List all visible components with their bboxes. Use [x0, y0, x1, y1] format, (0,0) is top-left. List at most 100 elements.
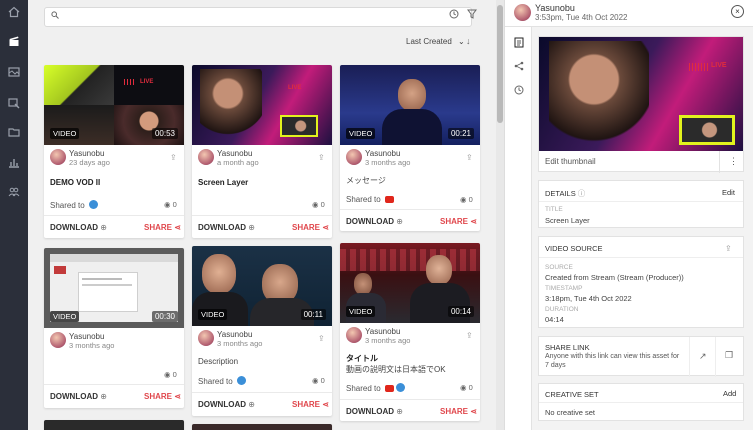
asset-card[interactable] [44, 420, 184, 430]
asset-thumbnail[interactable]: VIDEO 00:14 [340, 243, 480, 323]
download-label: DOWNLOAD [50, 223, 98, 232]
history-icon[interactable] [447, 9, 461, 22]
grid-scrollbar[interactable] [496, 0, 504, 430]
share-button[interactable]: SHARE ⋖ [440, 407, 477, 416]
download-button[interactable]: DOWNLOAD ⊕ [198, 223, 255, 232]
more-options-icon[interactable]: ⋮ [729, 156, 738, 167]
thumbnail-card: LIVE Edit thumbnail ⋮ [538, 36, 744, 173]
asset-description: 動画の説明文は日本語でOK [346, 365, 446, 374]
shared-to: Shared to [346, 195, 394, 204]
search-icon [51, 11, 59, 21]
download-button[interactable]: DOWNLOAD ⊕ [346, 407, 403, 416]
details-heading: DETAILS ⓘ [545, 188, 585, 199]
share-button[interactable]: SHARE ⋖ [440, 217, 477, 226]
title-label: TITLE [545, 206, 563, 213]
asset-thumbnail[interactable]: VIDEO 00:21 [340, 65, 480, 145]
view-count: ◉ 0 [164, 200, 177, 209]
broadcast-icon[interactable] [7, 97, 21, 111]
share-icon: ⋖ [174, 392, 181, 401]
asset-card[interactable] [192, 424, 332, 430]
share-tab-icon[interactable] [513, 61, 525, 73]
share-button[interactable]: SHARE ⋖ [144, 392, 181, 401]
analytics-icon[interactable] [7, 156, 21, 170]
details-edit-button[interactable]: Edit [722, 188, 735, 197]
asset-card[interactable]: LIVE Yasunobu a month ago ⇪ Screen Layer… [192, 65, 332, 238]
share-button[interactable]: SHARE ⋖ [292, 400, 329, 409]
upload-icon[interactable]: ⇪ [318, 334, 325, 343]
copy-icon[interactable]: ❐ [725, 350, 733, 361]
home-icon[interactable] [7, 6, 21, 20]
download-button[interactable]: DOWNLOAD ⊕ [50, 392, 107, 401]
download-icon: ⊕ [396, 407, 403, 416]
share-button[interactable]: SHARE ⋖ [292, 223, 329, 232]
search-box[interactable] [44, 7, 472, 27]
asset-card[interactable]: VIDEO 00:21 Yasunobu 3 months ago ⇪ メッセー… [340, 65, 480, 231]
upload-icon[interactable]: ⇪ [725, 244, 732, 253]
download-button[interactable]: DOWNLOAD ⊕ [198, 400, 255, 409]
download-icon: ⊕ [248, 400, 255, 409]
share-label: SHARE [144, 392, 173, 401]
share-label: SHARE [292, 223, 321, 232]
asset-card[interactable]: VIDEO 00:14 Yasunobu 3 months ago ⇪ タイトル… [340, 243, 480, 421]
details-tab-icon[interactable] [513, 37, 525, 49]
views-value: 0 [320, 376, 325, 385]
eye-icon: ◉ [312, 376, 319, 385]
duration-value: 04:14 [545, 315, 564, 324]
sort-dropdown[interactable]: Last Created ⌄ [406, 37, 465, 46]
video-source-heading: VIDEO SOURCE [545, 244, 603, 253]
asset-thumbnail[interactable]: LIVE [192, 65, 332, 145]
views-value: 0 [468, 383, 473, 392]
sort-direction-icon[interactable]: ↓ [466, 36, 471, 46]
share-button[interactable]: SHARE ⋖ [144, 223, 181, 232]
asset-card[interactable]: LIVE VIDEO 00:53 Yasunobu 23 days ago ⇪ … [44, 65, 184, 238]
video-tag: VIDEO [50, 311, 80, 322]
panel-header: Yasunobu 3:53pm, Tue 4th Oct 2022 × [505, 0, 753, 27]
upload-icon[interactable]: ⇪ [466, 153, 473, 162]
asset-thumbnail[interactable]: VIDEO 00:30 [44, 248, 184, 328]
share-icon: ⋖ [322, 400, 329, 409]
duration-badge: 00:30 [151, 311, 178, 322]
creative-set-add-button[interactable]: Add [723, 389, 736, 398]
view-count: ◉ 0 [164, 370, 177, 379]
download-label: DOWNLOAD [198, 223, 246, 232]
team-icon[interactable] [7, 186, 21, 200]
download-button[interactable]: DOWNLOAD ⊕ [346, 217, 403, 226]
asset-description: Description [198, 357, 239, 366]
asset-card[interactable]: VIDEO 00:30 Yasunobu 3 months ago ◉ 0 DO… [44, 248, 184, 408]
open-link-icon[interactable]: ↗ [699, 351, 707, 362]
upload-icon[interactable]: ⇪ [318, 153, 325, 162]
upload-icon[interactable]: ⇪ [170, 153, 177, 162]
shared-label: Shared to [198, 377, 233, 386]
views-value: 0 [172, 200, 177, 209]
asset-thumbnail[interactable]: VIDEO 00:11 [192, 246, 332, 326]
duration-badge: 00:53 [151, 128, 178, 139]
share-link-heading: SHARE LINK [545, 343, 590, 352]
created-age: a month ago [217, 158, 259, 167]
share-label: SHARE [292, 400, 321, 409]
author-name: Yasunobu [69, 332, 105, 341]
asset-thumbnail[interactable]: LIVE VIDEO 00:53 [44, 65, 184, 145]
folder-icon[interactable] [7, 126, 21, 140]
download-button[interactable]: DOWNLOAD ⊕ [50, 223, 107, 232]
asset-card[interactable]: VIDEO 00:11 Yasunobu 3 months ago ⇪ Desc… [192, 246, 332, 416]
asset-grid: Last Created ⌄ ↓ LIVE VIDEO 00:53 Yasuno… [28, 0, 496, 430]
history-tab-icon[interactable] [513, 85, 525, 97]
media-icon[interactable] [7, 66, 21, 80]
shared-label: Shared to [346, 195, 381, 204]
video-tag: VIDEO [198, 309, 228, 320]
duration-badge: 00:11 [300, 309, 326, 320]
eye-icon: ◉ [164, 200, 171, 209]
share-icon: ⋖ [174, 223, 181, 232]
avatar [50, 332, 66, 348]
avatar [514, 4, 531, 21]
preview-thumbnail[interactable]: LIVE [539, 37, 743, 151]
view-count: ◉ 0 [460, 383, 473, 392]
filter-icon[interactable] [465, 9, 479, 22]
close-icon[interactable]: × [731, 5, 744, 18]
upload-icon[interactable]: ⇪ [466, 331, 473, 340]
clapperboard-icon[interactable] [7, 35, 21, 49]
youtube-icon [384, 196, 394, 203]
search-input[interactable] [65, 11, 465, 23]
avatar [198, 330, 214, 346]
edit-thumbnail-link[interactable]: Edit thumbnail [545, 157, 596, 166]
